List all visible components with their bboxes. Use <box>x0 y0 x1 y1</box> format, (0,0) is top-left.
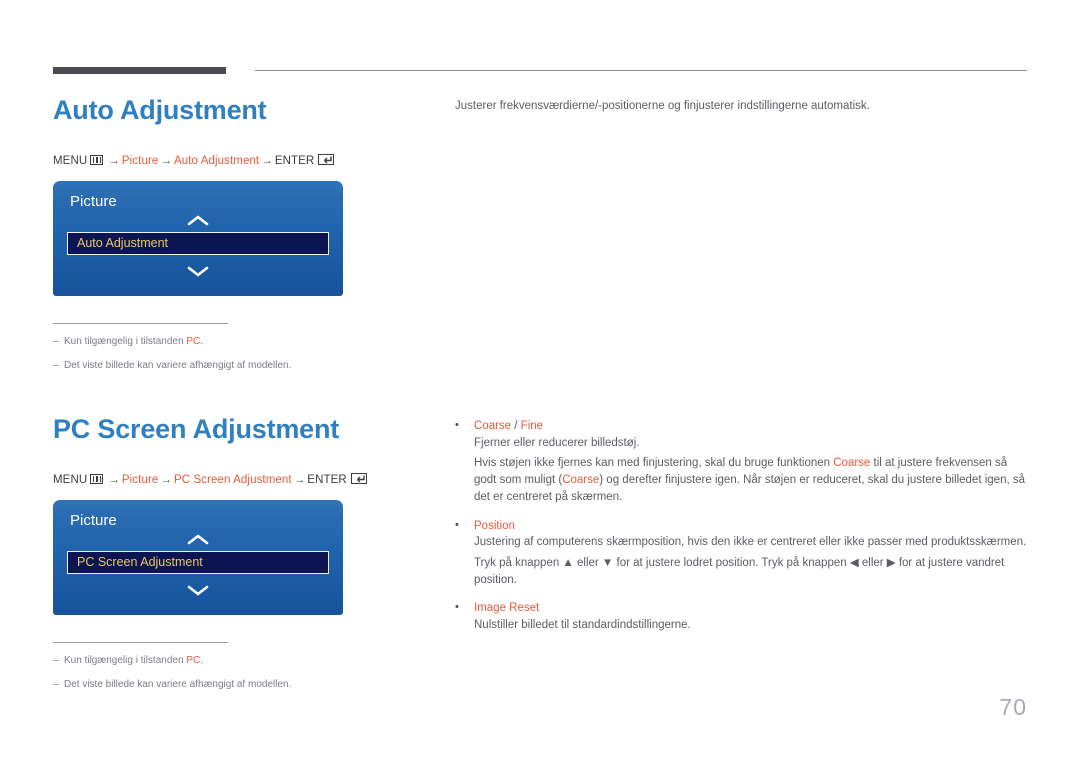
section-pc-screen-adjustment-left: PC Screen Adjustment MENU → Picture → PC Scr… <box>53 414 433 691</box>
footnote-text-pre: Kun tilgængelig i tilstanden <box>64 335 187 347</box>
osd-selected-item-label: PC Screen Adjustment <box>77 555 203 570</box>
menu-path-auto-adjustment: MENU → Picture → Auto Adjustment → ENTER <box>53 153 433 167</box>
description-auto-adjustment: Justerer frekvensværdierne/-positionerne… <box>455 100 870 112</box>
menu-path-item-pc-screen-adjustment: PC Screen Adjustment <box>173 473 292 486</box>
footnote-text-accent: PC <box>186 654 201 666</box>
option-heading: • Image Reset <box>455 600 1030 617</box>
footnote-text: Kun tilgængelig i tilstanden PC. <box>64 335 203 348</box>
option-name-primary: Position <box>474 519 515 532</box>
osd-selected-item[interactable]: PC Screen Adjustment <box>67 550 329 574</box>
option-description-line: Justering af computerens skærmposition, … <box>474 534 1030 551</box>
option-name-primary: Image Reset <box>474 602 540 615</box>
section-auto-adjustment-left: Auto Adjustment MENU → Picture → Auto Adjust… <box>53 95 433 372</box>
option-heading: • Coarse / Fine <box>455 418 1030 435</box>
footnote-1: – Kun tilgængelig i tilstanden PC. <box>53 654 433 667</box>
header-rule-thin <box>255 70 1027 71</box>
chevron-down-icon[interactable] <box>53 584 343 597</box>
enter-key-icon <box>350 472 367 484</box>
menu-path-arrow-1: → <box>108 154 120 167</box>
option-name-separator: / <box>511 420 521 432</box>
section-auto-adjustment-right: Justerer frekvensværdierne/-positionerne… <box>455 98 1030 115</box>
menu-grid-icon <box>90 473 104 484</box>
menu-path-item-picture: Picture <box>121 473 159 486</box>
option-heading: • Position <box>455 518 1030 535</box>
chevron-down-icon[interactable] <box>53 265 343 278</box>
option-description: Nulstiller billedet til standardindstill… <box>474 617 1030 634</box>
footnote-text-accent: PC <box>186 335 201 347</box>
menu-path-enter-label: ENTER <box>274 154 315 167</box>
bullet-dot-icon: • <box>455 601 459 614</box>
osd-selected-item-label: Auto Adjustment <box>77 236 169 251</box>
inline-accent-term: Coarse <box>833 456 871 469</box>
bullet-dot-icon: • <box>455 518 459 531</box>
osd-selected-item[interactable]: Auto Adjustment <box>67 231 329 255</box>
list-item: • Image Reset Nulstiller billedet til stan… <box>455 600 1030 634</box>
chevron-up-icon[interactable] <box>53 533 343 546</box>
option-description: Fjerner eller reducerer billedstøj. Hvis … <box>474 435 1030 507</box>
option-name-primary: Coarse <box>474 420 512 432</box>
option-name: Position <box>474 518 515 535</box>
option-description-line: Fjerner eller reducerer billedstøj. <box>474 435 1030 452</box>
bullet-dot-icon: • <box>455 419 459 431</box>
footnote-text-post: . <box>200 335 203 347</box>
menu-path-arrow-3: → <box>261 154 273 167</box>
footnote-text-pre: Kun tilgængelig i tilstanden <box>64 654 187 666</box>
footnote-2: – Det viste billede kan variere afhængig… <box>53 359 433 372</box>
menu-path-pc-screen-adjustment: MENU → Picture → PC Screen Adjustment → ENTER <box>53 472 433 486</box>
footnote-text: Kun tilgængelig i tilstanden PC. <box>64 654 203 667</box>
inline-text: Justering af computerens skærmposition, … <box>474 536 1027 549</box>
list-item: • Coarse / Fine Fjerner eller reducerer bi… <box>455 418 1030 507</box>
menu-path-menu-label: MENU <box>53 473 88 486</box>
option-list: • Coarse / Fine Fjerner eller reducerer bi… <box>455 418 1030 634</box>
menu-path-menu-label: MENU <box>53 154 88 167</box>
option-name-secondary: Fine <box>520 420 544 432</box>
option-description-line: Nulstiller billedet til standardindstill… <box>474 617 1030 634</box>
option-name: Image Reset <box>474 600 539 617</box>
footnote-1: – Kun tilgængelig i tilstanden PC. <box>53 335 433 348</box>
footnote-rule <box>53 641 228 643</box>
osd-menu-pc-screen-adjustment[interactable]: Picture PC Screen Adjustment <box>53 499 343 615</box>
section-pc-screen-adjustment-right: • Coarse / Fine Fjerner eller reducerer bi… <box>455 418 1030 645</box>
inline-text: Nulstiller billedet til standardindstill… <box>474 618 691 631</box>
osd-title: Picture <box>70 511 117 529</box>
list-item: • Position Justering af computerens skærmp… <box>455 518 1030 589</box>
osd-menu-auto-adjustment[interactable]: Picture Auto Adjustment <box>53 180 343 296</box>
chevron-up-icon[interactable] <box>53 214 343 227</box>
footnote-text: Det viste billede kan variere afhængigt … <box>64 359 292 371</box>
header-rule-thick <box>53 67 226 74</box>
menu-path-arrow-3: → <box>293 473 306 486</box>
inline-accent-term: Coarse <box>562 474 600 487</box>
footnote-text-post: . <box>200 654 203 666</box>
footnote-dash: – <box>53 335 59 347</box>
page-title-pc-screen-adjustment: PC Screen Adjustment <box>53 414 340 444</box>
osd-title: Picture <box>70 192 117 210</box>
menu-path-item-picture: Picture <box>121 154 159 167</box>
menu-path-enter-label: ENTER <box>307 473 347 486</box>
menu-path-arrow-1: → <box>108 473 120 486</box>
page-title-auto-adjustment: Auto Adjustment <box>53 95 267 125</box>
menu-grid-icon <box>90 154 104 165</box>
footnote-2: – Det viste billede kan variere afhængig… <box>53 678 433 691</box>
footnote-dash: – <box>53 654 59 666</box>
footnote-rule <box>53 322 228 324</box>
menu-path-item-auto-adjustment: Auto Adjustment <box>173 154 260 167</box>
footnote-dash: – <box>53 359 59 371</box>
inline-text: Hvis støjen ikke fjernes kan med finjust… <box>474 456 834 469</box>
menu-path-arrow-2: → <box>160 154 172 167</box>
enter-key-icon <box>318 153 335 165</box>
inline-text: Fjerner eller reducerer billedstøj. <box>474 436 640 449</box>
option-description-line: Tryk på knappen ▲ eller ▼ for at justere… <box>474 555 1030 590</box>
footnote-text: Det viste billede kan variere afhængigt … <box>64 678 292 690</box>
option-description: Justering af computerens skærmposition, … <box>474 534 1030 589</box>
inline-text: Tryk på knappen ▲ eller ▼ for at justere… <box>474 556 1005 586</box>
option-description-line: Hvis støjen ikke fjernes kan med finjust… <box>474 455 1030 507</box>
footnote-dash: – <box>53 678 59 690</box>
menu-path-arrow-2: → <box>160 473 172 486</box>
page-number: 70 <box>999 694 1027 720</box>
option-name: Coarse / Fine <box>474 418 543 435</box>
